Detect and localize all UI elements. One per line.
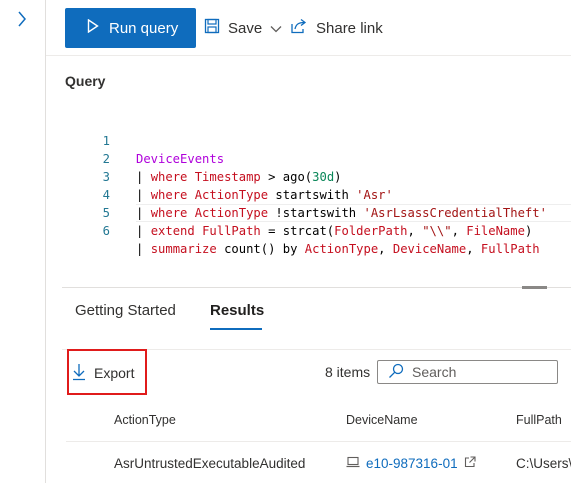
cell-fullpath: C:\Users\: [516, 456, 571, 471]
query-section-title: Query: [65, 73, 106, 89]
code-text: | extend FullPath = strcat(FolderPath, "…: [136, 224, 533, 238]
query-editor[interactable]: 1 DeviceEvents 2 | where Timestamp > ago…: [66, 114, 571, 256]
save-icon: [204, 18, 220, 38]
download-icon: [72, 363, 86, 384]
export-label: Export: [94, 365, 135, 381]
line-number: 6: [102, 224, 110, 238]
run-query-button[interactable]: Run query: [65, 8, 196, 48]
code-line: 5 | extend FullPath = strcat(FolderPath,…: [66, 186, 571, 238]
results-tabs: Getting Started Results: [62, 288, 571, 332]
run-query-label: Run query: [109, 19, 179, 37]
save-label: Save: [228, 19, 263, 37]
device-name-text: e10-987316-01: [366, 456, 458, 471]
save-button[interactable]: Save: [204, 8, 282, 48]
export-button[interactable]: Export: [72, 361, 134, 385]
code-line: 1 DeviceEvents: [66, 114, 571, 166]
laptop-icon: [346, 456, 360, 471]
chevron-down-icon[interactable]: [270, 20, 282, 37]
share-link-button[interactable]: Share link: [290, 8, 383, 48]
code-line: 3 | where ActionType startswith 'Asr': [66, 150, 571, 202]
code-line: 6 | summarize count() by ActionType, Dev…: [66, 204, 571, 256]
column-header-actiontype[interactable]: ActionType: [114, 413, 176, 427]
left-rail: [0, 0, 46, 483]
results-count: 8 items: [325, 364, 371, 380]
cell-devicename-link[interactable]: e10-987316-01: [346, 456, 476, 471]
column-header-fullpath[interactable]: FullPath: [516, 413, 562, 427]
search-placeholder: Search: [412, 364, 457, 380]
code-line: 4 | where ActionType !startswith 'AsrLsa…: [66, 168, 571, 220]
header-row-separator: [66, 441, 571, 442]
search-icon: [388, 363, 404, 382]
search-input[interactable]: Search: [377, 360, 558, 384]
share-icon: [290, 18, 308, 38]
expand-chevron-icon[interactable]: [12, 8, 32, 30]
code-text: | summarize count() by ActionType, Devic…: [136, 242, 540, 256]
tab-results[interactable]: Results: [210, 302, 264, 319]
query-toolbar: Run query Save Share link: [46, 0, 571, 56]
column-header-devicename[interactable]: DeviceName: [346, 413, 418, 427]
cell-actiontype: AsrUntrustedExecutableAudited: [114, 456, 306, 471]
play-icon: [87, 18, 99, 37]
share-link-label: Share link: [316, 19, 383, 37]
tab-getting-started[interactable]: Getting Started: [75, 302, 176, 319]
code-line: 2 | where Timestamp > ago(30d): [66, 132, 571, 184]
active-tab-indicator: [210, 328, 262, 330]
open-in-new-icon[interactable]: [464, 456, 476, 471]
